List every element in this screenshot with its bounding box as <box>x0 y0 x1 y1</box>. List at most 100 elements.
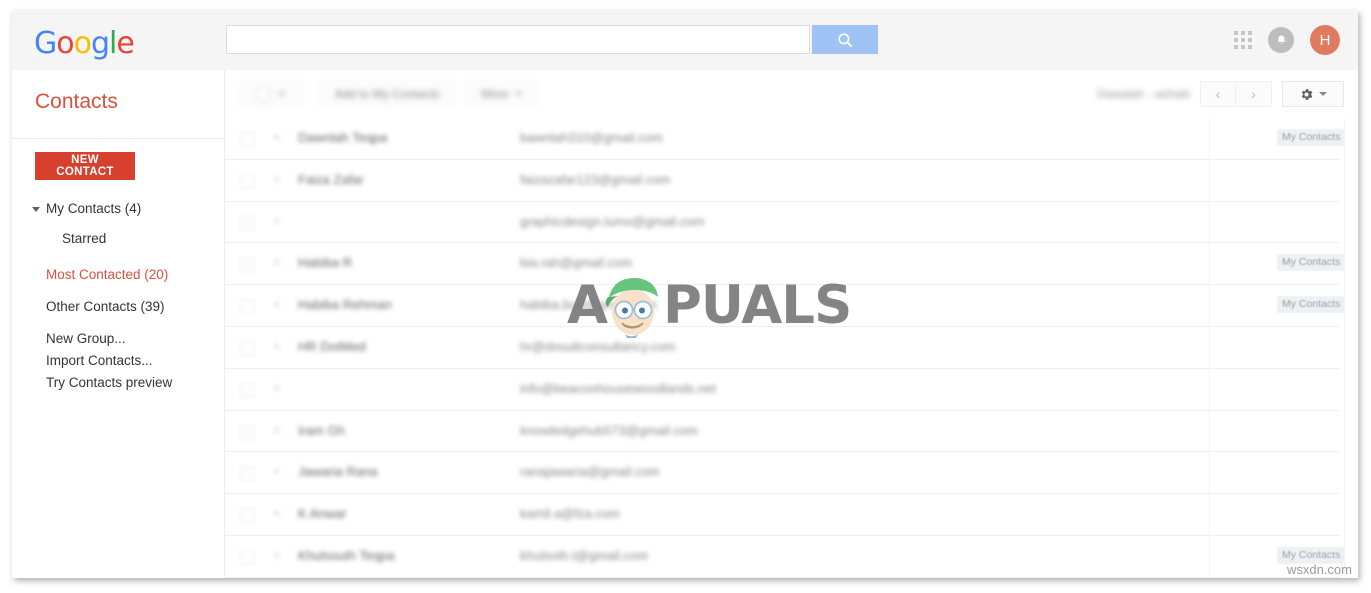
chevron-down-icon <box>32 207 40 212</box>
row-checkbox[interactable] <box>240 424 255 440</box>
row-checkbox[interactable] <box>240 299 255 315</box>
logo-letter-g2: g <box>90 26 110 61</box>
table-row[interactable]: ★ K Anwar kamil.a@fza.com <box>225 494 1340 536</box>
star-icon[interactable]: ★ <box>270 297 285 312</box>
table-row[interactable]: ★ Faiza Zafar faizazafar123@gmail.com <box>225 159 1340 202</box>
table-row[interactable]: ★ Jawaria Rana ranajawaria@gmail.com <box>225 452 1340 495</box>
more-button[interactable]: More <box>465 81 539 107</box>
logo-letter-o1: o <box>56 26 74 61</box>
settings-button[interactable] <box>1282 81 1344 107</box>
table-row[interactable]: ★ HR DotMed hr@dosultconsultancy.com <box>225 326 1340 369</box>
table-row[interactable]: ★ Dawnlah Teqpa bawnlah310@gmail.com My Con… <box>225 118 1346 160</box>
row-checkbox[interactable] <box>240 508 255 524</box>
table-row[interactable]: ★ Habiba R bia.rah@gmail.com My Contacts <box>225 243 1346 286</box>
next-page-button[interactable]: › <box>1236 81 1272 107</box>
sidebar-item-label: Other Contacts (39) <box>46 299 165 314</box>
row-checkbox[interactable] <box>240 215 255 231</box>
table-row[interactable]: ★ Khulsouth Teqpa khulsoth.t@gmail.com My C… <box>225 535 1346 578</box>
page-range-label: Dawalah - ashaib <box>1097 87 1190 101</box>
avatar[interactable]: H <box>1310 25 1340 55</box>
search-icon <box>838 32 853 47</box>
row-column-divider <box>1209 201 1210 243</box>
table-row[interactable]: ★ info@beaconhousewoodlands.net <box>225 368 1340 411</box>
search-box[interactable] <box>226 25 810 54</box>
sidebar-item-import-contacts[interactable]: Import Contacts... <box>12 350 224 372</box>
chevron-down-icon <box>278 92 286 96</box>
new-contact-button[interactable]: NEW CONTACT <box>35 152 135 180</box>
star-icon[interactable]: ★ <box>270 506 285 521</box>
row-checkbox[interactable] <box>240 173 255 189</box>
previous-page-button[interactable]: ‹ <box>1200 81 1236 107</box>
search-input[interactable] <box>227 26 809 53</box>
google-topbar: Google H <box>12 10 1358 71</box>
sidebar-nav: My Contacts (4) Starred Most Contacted (… <box>12 198 224 394</box>
page-title: Contacts <box>35 90 118 113</box>
topbar-icons: H <box>1234 22 1340 58</box>
main-content: Add to My Contacts More Dawalah - ashaib… <box>225 70 1358 578</box>
row-checkbox[interactable] <box>240 340 255 356</box>
row-checkbox[interactable] <box>240 466 255 482</box>
sidebar-item-most-contacted[interactable]: Most Contacted (20) <box>12 264 224 286</box>
contact-email: habiba.butt@gmail.com <box>520 297 657 313</box>
row-checkbox[interactable] <box>240 132 255 147</box>
logo-letter-e: e <box>116 26 134 61</box>
bell-glyph <box>1277 34 1285 44</box>
contact-name: Jawaria Rana <box>298 464 378 480</box>
status-badge: My Contacts <box>1277 129 1346 146</box>
sidebar-item-other-contacts[interactable]: Other Contacts (39) <box>12 296 224 318</box>
star-icon[interactable]: ★ <box>270 339 285 354</box>
row-column-divider <box>1209 535 1210 577</box>
star-icon[interactable]: ★ <box>270 423 285 438</box>
select-all-dropdown[interactable] <box>240 81 302 107</box>
star-icon[interactable]: ★ <box>270 548 285 563</box>
row-column-divider <box>1209 159 1210 201</box>
contact-name: K Anwar <box>298 506 347 522</box>
list-toolbar: Add to My Contacts More Dawalah - ashaib… <box>225 70 1358 119</box>
row-column-divider <box>1209 410 1210 452</box>
star-icon[interactable]: ★ <box>270 255 285 270</box>
sidebar-item-my-contacts[interactable]: My Contacts (4) <box>12 198 224 220</box>
search-area <box>226 25 878 56</box>
sidebar-item-label: My Contacts (4) <box>46 201 142 216</box>
gear-icon <box>1301 88 1313 100</box>
chevron-right-icon: › <box>1251 86 1256 102</box>
star-icon[interactable]: ★ <box>270 464 285 479</box>
contact-name: Habiba R <box>298 255 353 271</box>
google-logo[interactable]: Google <box>34 26 135 61</box>
toolbar-right: Dawalah - ashaib ‹ › <box>1097 81 1344 107</box>
row-checkbox[interactable] <box>240 257 255 273</box>
star-icon[interactable]: ★ <box>270 381 285 396</box>
chevron-down-icon <box>1319 92 1327 96</box>
contact-email: hr@dosultconsultancy.com <box>520 338 676 354</box>
more-label: More <box>481 87 509 101</box>
screenshot-root: Google H Contacts NEW CONTACT My Contact… <box>0 0 1371 593</box>
table-row[interactable]: ★ graphicdesign.lums@gmail.com <box>225 201 1340 244</box>
contact-email: graphicdesign.lums@gmail.com <box>520 213 705 229</box>
row-checkbox[interactable] <box>240 549 255 565</box>
contact-email: faizazafar123@gmail.com <box>520 171 671 187</box>
status-badge: My Contacts <box>1277 296 1346 314</box>
contact-name: HR DotMed <box>298 338 366 354</box>
star-icon[interactable]: ★ <box>270 214 285 229</box>
table-row[interactable]: ★ Habiba Rehman habiba.butt@gmail.com My Co… <box>225 285 1346 327</box>
sidebar-item-try-contacts-preview[interactable]: Try Contacts preview <box>12 372 224 394</box>
logo-letter-o2: o <box>73 26 92 61</box>
bell-icon[interactable] <box>1268 27 1294 53</box>
row-checkbox[interactable] <box>240 382 255 398</box>
apps-grid-icon[interactable] <box>1234 31 1252 49</box>
list-scrollbar[interactable] <box>1344 118 1358 578</box>
table-row[interactable]: ★ Iram Gh knowledgehub573@gmail.com <box>225 410 1340 453</box>
search-button[interactable] <box>812 25 878 54</box>
checkbox-icon <box>256 87 270 101</box>
row-column-divider <box>1209 118 1210 159</box>
add-to-my-contacts-button[interactable]: Add to My Contacts <box>319 81 455 107</box>
sidebar-item-starred[interactable]: Starred <box>12 228 224 250</box>
sidebar-item-label: Import Contacts... <box>46 353 153 368</box>
star-icon[interactable]: ★ <box>270 172 285 187</box>
contact-email: knowledgehub573@gmail.com <box>520 422 698 438</box>
sidebar-item-label: Try Contacts preview <box>46 375 173 390</box>
star-icon[interactable]: ★ <box>270 130 285 145</box>
sidebar-item-new-group[interactable]: New Group... <box>12 328 224 350</box>
contact-email: bia.rah@gmail.com <box>520 255 633 271</box>
